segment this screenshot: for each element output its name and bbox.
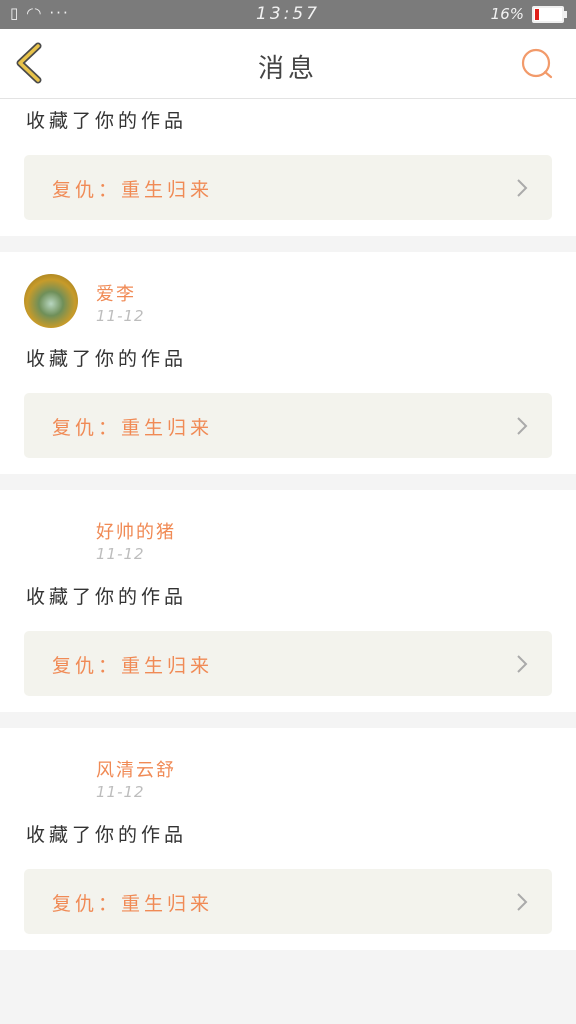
page-title: 消息: [257, 54, 318, 84]
avatar[interactable]: [24, 274, 78, 328]
avatar[interactable]: [24, 750, 78, 804]
message-action: 收藏了你的作品: [26, 824, 188, 846]
message-time: 11-12: [96, 307, 145, 325]
message-time: 11-12: [96, 783, 145, 801]
work-title: 复仇：重生归来: [52, 417, 214, 439]
user-name[interactable]: 爱李: [96, 280, 136, 306]
battery-icon: [532, 5, 567, 23]
nav-bar: 消息: [0, 29, 576, 99]
user-name[interactable]: 风清云舒: [96, 756, 176, 782]
status-time: 13:57: [256, 4, 320, 24]
work-title: 复仇：重生归来: [52, 655, 214, 677]
message-action: 收藏了你的作品: [26, 110, 188, 132]
message-action: 收藏了你的作品: [26, 348, 188, 370]
battery-area: 16%: [490, 5, 567, 23]
work-link[interactable]: 复仇：重生归来: [24, 631, 552, 696]
chevron-right-icon: [517, 417, 528, 435]
user-name[interactable]: 好帅的猪: [96, 518, 176, 544]
message-time: 11-12: [96, 545, 145, 563]
battery-percent: 16%: [490, 5, 524, 23]
message-action: 收藏了你的作品: [26, 586, 188, 608]
work-title: 复仇：重生归来: [52, 179, 214, 201]
message-card: 好帅的猪 11-12 收藏了你的作品 复仇：重生归来: [0, 490, 576, 712]
search-icon: [521, 48, 553, 79]
message-feed[interactable]: 11-13 收藏了你的作品 复仇：重生归来 爱李 11-12 收藏了你的作品 复…: [0, 99, 576, 1024]
chevron-right-icon: [517, 655, 528, 673]
message-list: 11-13 收藏了你的作品 复仇：重生归来 爱李 11-12 收藏了你的作品 复…: [0, 99, 576, 966]
message-card: 风清云舒 11-12 收藏了你的作品 复仇：重生归来: [0, 728, 576, 950]
work-title: 复仇：重生归来: [52, 893, 214, 915]
work-link[interactable]: 复仇：重生归来: [24, 869, 552, 934]
search-button[interactable]: [520, 47, 554, 81]
message-card: 爱李 11-12 收藏了你的作品 复仇：重生归来: [0, 252, 576, 474]
work-link[interactable]: 复仇：重生归来: [24, 155, 552, 220]
status-bar: ▯ ◜◝ ··· 13:57 16%: [0, 0, 576, 29]
message-card: 11-13 收藏了你的作品 复仇：重生归来: [0, 99, 576, 236]
avatar[interactable]: [24, 512, 78, 566]
chevron-right-icon: [517, 179, 528, 197]
chevron-right-icon: [517, 893, 528, 911]
work-link[interactable]: 复仇：重生归来: [24, 393, 552, 458]
